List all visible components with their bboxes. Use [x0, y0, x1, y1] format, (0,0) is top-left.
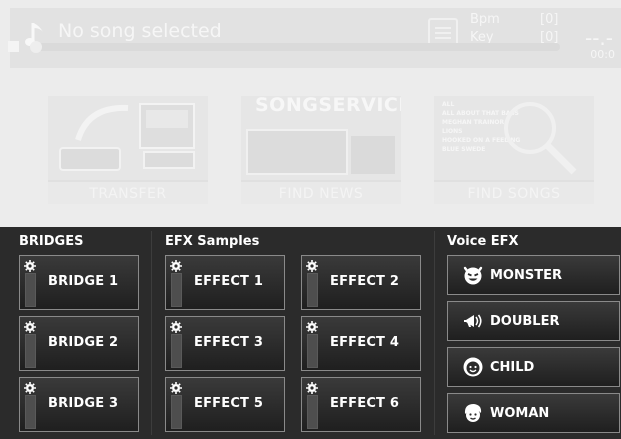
- top-area: No song selected Bpm [0] Key [0] --.- 00…: [0, 0, 621, 227]
- bridge-1-button[interactable]: BRIDGE 1: [19, 255, 139, 310]
- song-title: No song selected: [58, 20, 222, 42]
- gear-icon[interactable]: [170, 382, 182, 394]
- transfer-illustration: [48, 96, 208, 180]
- bridge-label: BRIDGE 3: [48, 396, 119, 411]
- woman-face-icon: [464, 404, 482, 422]
- level-meter: [25, 334, 36, 368]
- child-face-icon: [463, 357, 483, 377]
- stop-button[interactable]: [8, 41, 19, 52]
- gear-icon[interactable]: [306, 382, 318, 394]
- effect-6-button[interactable]: EFFECT 6: [301, 377, 421, 432]
- level-meter: [171, 273, 182, 307]
- voice-efx-title: Voice EFX: [447, 234, 519, 249]
- time-elapsed: 00:0: [590, 48, 615, 61]
- megaphone-icon: [464, 314, 482, 328]
- find-news-caption: FIND NEWS: [241, 182, 401, 204]
- effect-2-button[interactable]: EFFECT 2: [301, 255, 421, 310]
- effect-3-button[interactable]: EFFECT 3: [165, 316, 285, 371]
- effect-5-button[interactable]: EFFECT 5: [165, 377, 285, 432]
- effect-label: EFFECT 4: [330, 335, 400, 350]
- gear-icon[interactable]: [24, 321, 36, 333]
- doubler-button[interactable]: DOUBLER: [447, 301, 620, 341]
- effect-label: EFFECT 3: [194, 335, 264, 350]
- voice-efx-label: DOUBLER: [490, 314, 560, 329]
- voice-efx-label: MONSTER: [490, 268, 562, 283]
- gear-icon[interactable]: [24, 260, 36, 272]
- voice-efx-label: WOMAN: [490, 406, 550, 421]
- voice-efx-label: CHILD: [490, 360, 535, 375]
- bpm-label: Bpm: [470, 12, 500, 27]
- level-meter: [25, 395, 36, 429]
- section-divider: [434, 231, 435, 435]
- songservice-illustration: SONGSERVICE: [241, 96, 401, 180]
- find-songs-tile[interactable]: ALL ALL ABOUT THAT BASS MEGHAN TRAINOR L…: [434, 96, 594, 204]
- bridge-label: BRIDGE 2: [48, 335, 119, 350]
- find-songs-caption: FIND SONGS: [434, 182, 594, 204]
- effect-label: EFFECT 2: [330, 274, 400, 289]
- bridge-label: BRIDGE 1: [48, 274, 119, 289]
- gear-icon[interactable]: [306, 321, 318, 333]
- effect-label: EFFECT 5: [194, 396, 264, 411]
- bridge-2-button[interactable]: BRIDGE 2: [19, 316, 139, 371]
- gear-icon[interactable]: [170, 260, 182, 272]
- bridges-title: BRIDGES: [19, 234, 84, 249]
- level-meter: [25, 273, 36, 307]
- level-meter: [171, 334, 182, 368]
- gear-icon[interactable]: [170, 321, 182, 333]
- transfer-tile[interactable]: TRANSFER: [48, 96, 208, 204]
- level-meter: [171, 395, 182, 429]
- effects-panel: BRIDGES EFX Samples Voice EFX BRIDGE 1 B…: [0, 227, 621, 439]
- progress-handle[interactable]: [30, 41, 42, 53]
- bpm-value: [0]: [540, 12, 559, 27]
- transfer-caption: TRANSFER: [48, 182, 208, 204]
- child-button[interactable]: CHILD: [447, 347, 620, 387]
- gear-icon[interactable]: [306, 260, 318, 272]
- effect-label: EFFECT 1: [194, 274, 264, 289]
- progress-bar[interactable]: [30, 43, 560, 51]
- level-meter: [307, 395, 318, 429]
- effect-label: EFFECT 6: [330, 396, 400, 411]
- monster-face-icon: [463, 266, 483, 285]
- time-display: --.-: [584, 26, 613, 50]
- woman-button[interactable]: WOMAN: [447, 393, 620, 433]
- efx-samples-title: EFX Samples: [165, 234, 260, 249]
- level-meter: [307, 273, 318, 307]
- gear-icon[interactable]: [24, 382, 36, 394]
- bridge-3-button[interactable]: BRIDGE 3: [19, 377, 139, 432]
- find-songs-illustration: ALL ALL ABOUT THAT BASS MEGHAN TRAINOR L…: [434, 96, 594, 180]
- level-meter: [307, 334, 318, 368]
- player-bar: No song selected Bpm [0] Key [0] --.- 00…: [10, 8, 621, 68]
- effect-1-button[interactable]: EFFECT 1: [165, 255, 285, 310]
- find-news-tile[interactable]: SONGSERVICE FIND NEWS: [241, 96, 401, 204]
- effect-4-button[interactable]: EFFECT 4: [301, 316, 421, 371]
- monster-button[interactable]: MONSTER: [447, 255, 620, 295]
- section-divider: [151, 231, 152, 435]
